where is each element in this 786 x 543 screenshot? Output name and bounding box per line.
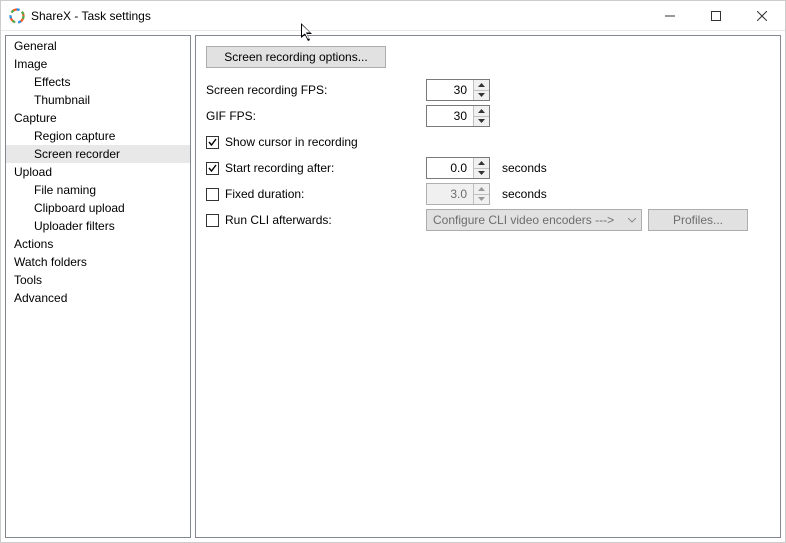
profiles-button: Profiles... [648,209,748,231]
start-after-value[interactable]: 0.0 [427,158,473,178]
fixed-duration-checkbox[interactable] [206,188,219,201]
tree-item-clipboard-upload[interactable]: Clipboard upload [6,199,190,217]
tree-item-uploader-filters[interactable]: Uploader filters [6,217,190,235]
tree-item-effects[interactable]: Effects [6,73,190,91]
show-cursor-label: Show cursor in recording [225,135,358,149]
close-button[interactable] [739,1,785,31]
run-cli-label: Run CLI afterwards: [225,213,426,227]
sharex-logo-icon [9,8,25,24]
start-after-down-icon[interactable] [474,168,489,179]
fps-value[interactable]: 30 [427,80,473,100]
tree-item-advanced[interactable]: Advanced [6,289,190,307]
tree-item-actions[interactable]: Actions [6,235,190,253]
start-after-up-icon[interactable] [474,158,489,168]
fixed-duration-value: 3.0 [427,184,473,204]
tree-item-image[interactable]: Image [6,55,190,73]
show-cursor-checkbox[interactable] [206,136,219,149]
start-after-spinner[interactable]: 0.0 [426,157,490,179]
tree-item-file-naming[interactable]: File naming [6,181,190,199]
fixed-duration-label: Fixed duration: [225,187,426,201]
tree-item-thumbnail[interactable]: Thumbnail [6,91,190,109]
tree-item-capture[interactable]: Capture [6,109,190,127]
task-settings-window: ShareX - Task settings General Image Eff… [0,0,786,543]
gif-fps-value[interactable]: 30 [427,106,473,126]
fps-spinner[interactable]: 30 [426,79,490,101]
window-body: General Image Effects Thumbnail Capture … [1,31,785,542]
mouse-cursor-icon [301,23,315,46]
window-title: ShareX - Task settings [31,9,151,23]
start-after-label: Start recording after: [225,161,426,175]
fixed-duration-unit: seconds [502,187,547,201]
tree-item-general[interactable]: General [6,37,190,55]
fps-up-icon[interactable] [474,80,489,90]
fixed-duration-up-icon [474,184,489,194]
cli-encoder-value: Configure CLI video encoders ---> [433,213,614,227]
titlebar: ShareX - Task settings [1,1,785,31]
cli-encoder-combo: Configure CLI video encoders ---> [426,209,642,231]
tree-item-tools[interactable]: Tools [6,271,190,289]
fixed-duration-spinner: 3.0 [426,183,490,205]
maximize-button[interactable] [693,1,739,31]
fps-label: Screen recording FPS: [206,83,426,97]
tree-item-upload[interactable]: Upload [6,163,190,181]
fps-down-icon[interactable] [474,90,489,101]
minimize-button[interactable] [647,1,693,31]
chevron-down-icon [623,218,641,223]
start-after-unit: seconds [502,161,547,175]
gif-fps-spinner[interactable]: 30 [426,105,490,127]
settings-tree: General Image Effects Thumbnail Capture … [5,35,191,538]
tree-item-screen-recorder[interactable]: Screen recorder [6,145,190,163]
screen-recording-options-button[interactable]: Screen recording options... [206,46,386,68]
gif-fps-down-icon[interactable] [474,116,489,127]
start-after-checkbox[interactable] [206,162,219,175]
run-cli-checkbox[interactable] [206,214,219,227]
tree-item-region-capture[interactable]: Region capture [6,127,190,145]
content-panel: Screen recording options... Screen recor… [195,35,781,538]
gif-fps-up-icon[interactable] [474,106,489,116]
tree-item-watch-folders[interactable]: Watch folders [6,253,190,271]
fixed-duration-down-icon [474,194,489,205]
gif-fps-label: GIF FPS: [206,109,426,123]
